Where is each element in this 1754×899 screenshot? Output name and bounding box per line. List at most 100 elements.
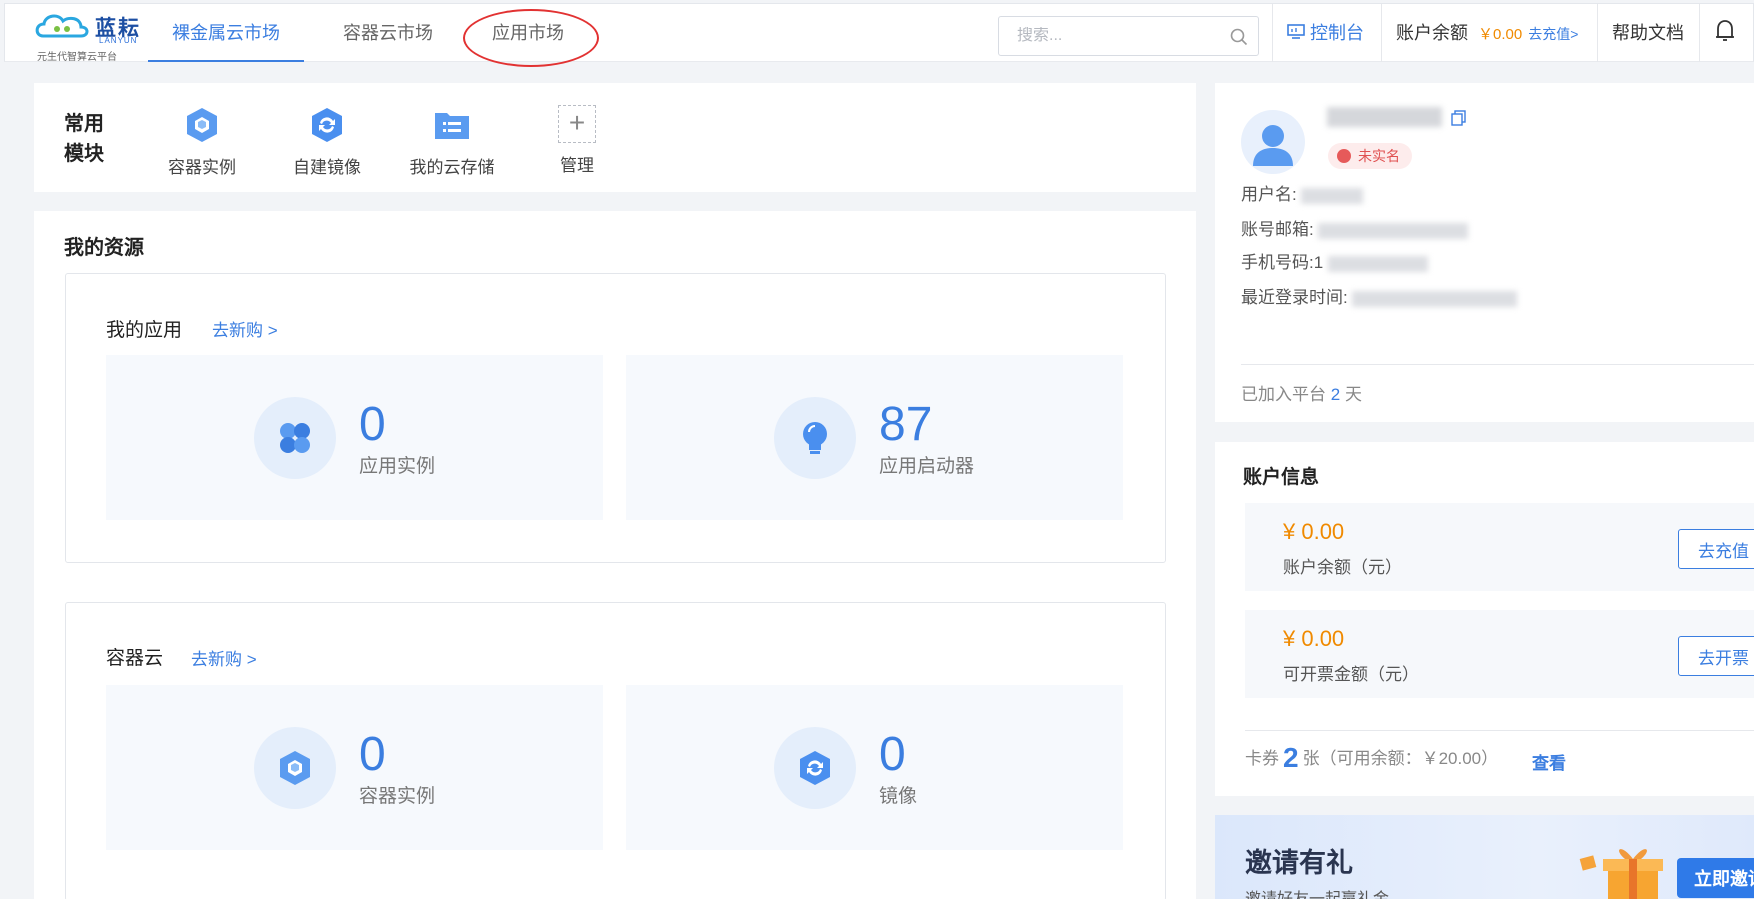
- invoice-amount: ¥ 0.00: [1283, 626, 1345, 651]
- coupon-line: 卡券 2 张（可用余额：￥20.00）: [1245, 742, 1498, 774]
- account-title: 账户信息: [1243, 467, 1320, 488]
- search-input[interactable]: [1017, 27, 1217, 45]
- user-icon: [1253, 125, 1293, 166]
- view-coupons-link[interactable]: 查看: [1532, 749, 1566, 774]
- invite-now-button[interactable]: 立即邀请: [1677, 858, 1754, 898]
- coupon-count: 2: [1283, 742, 1299, 773]
- stat-label: 应用启动器: [879, 456, 975, 477]
- joined-days-count: 2: [1330, 385, 1341, 404]
- tab-container-market[interactable]: 容器云市场: [319, 4, 457, 62]
- coupon-prefix: 卡券: [1245, 749, 1279, 768]
- unverified-icon: [1337, 149, 1351, 163]
- invite-banner[interactable]: 邀请有礼 邀请好友一起赢礼金 立即邀请: [1215, 815, 1754, 899]
- stat-icon-circle: [254, 727, 336, 809]
- phone-line: 手机号码:1: [1241, 248, 1428, 273]
- stat-value: 0: [359, 398, 386, 451]
- stat-label: 镜像: [879, 786, 918, 807]
- email-line: 账号邮箱:: [1241, 215, 1469, 240]
- clover-icon: [280, 423, 310, 453]
- module-label: 容器实例: [168, 158, 236, 177]
- email-label: 账号邮箱:: [1241, 220, 1314, 239]
- logo-subtitle: 元生代智算云平台: [37, 52, 117, 63]
- buy-apps-link[interactable]: 去新购 >: [212, 316, 278, 341]
- notifications[interactable]: [1699, 4, 1754, 62]
- balance-label: 账户余额（元）: [1283, 558, 1402, 577]
- app-launchers-stat[interactable]: 87 应用启动器: [626, 355, 1123, 520]
- copy-icon[interactable]: [1451, 110, 1467, 126]
- username-redacted: [1327, 107, 1442, 127]
- stat-icon-circle: [774, 727, 856, 809]
- status-badge: 未实名: [1328, 143, 1412, 169]
- my-resources-card: 我的资源 我的应用 去新购 > 0 应用实例 87 应用启动器 容器云 去新购 …: [34, 211, 1196, 899]
- joined-suffix: 天: [1344, 385, 1362, 404]
- top-navigation-bar: 蓝耘 LANYUN 元生代智算云平台 裸金属云市场 容器云市场 应用市场 控制台…: [4, 3, 1754, 67]
- images-stat[interactable]: 0 镜像: [626, 685, 1123, 850]
- bulb-icon: [803, 422, 827, 454]
- modules-title: 常用 模块: [64, 113, 104, 165]
- joined-prefix: 已加入平台: [1241, 385, 1326, 404]
- stat-value: 0: [879, 728, 906, 781]
- logo-en: LANYUN: [99, 36, 138, 45]
- help-docs-link[interactable]: 帮助文档: [1597, 4, 1698, 62]
- common-modules-card: 常用 模块 容器实例 自建镜像 我的云存储 + 管理: [34, 83, 1196, 192]
- balance-item: 账户余额 ￥0.00 去充值>: [1381, 4, 1592, 62]
- last-login-value-redacted: [1352, 290, 1518, 307]
- account-info-card: 账户信息 ¥ 0.00 账户余额（元） 去充值 ¥ 0.00 可开票金额（元） …: [1215, 442, 1754, 796]
- username-value-redacted: [1301, 187, 1364, 204]
- module-label: 我的云存储: [409, 158, 495, 177]
- module-label: 管理: [560, 156, 594, 175]
- logo[interactable]: 蓝耘 LANYUN 元生代智算云平台: [35, 8, 147, 63]
- app-instances-stat[interactable]: 0 应用实例: [106, 355, 603, 520]
- status-badge-label: 未实名: [1358, 148, 1400, 164]
- invoice-label: 可开票金额（元）: [1283, 665, 1419, 684]
- email-value-redacted: [1318, 222, 1469, 239]
- phone-label: 手机号码:: [1241, 253, 1314, 272]
- coupon-suffix: 张（可用余额：￥20.00）: [1302, 749, 1499, 768]
- container-instances-stat[interactable]: 0 容器实例: [106, 685, 603, 850]
- my-apps-section: 我的应用 去新购 > 0 应用实例 87 应用启动器: [65, 273, 1166, 563]
- stat-icon-circle: [254, 397, 336, 479]
- module-custom-image[interactable]: 自建镜像: [272, 105, 382, 178]
- resources-title: 我的资源: [64, 237, 144, 259]
- red-circle-annotation: [463, 9, 599, 67]
- invoice-box: ¥ 0.00 可开票金额（元） 去开票: [1245, 610, 1754, 698]
- cube-icon: [280, 751, 310, 785]
- search-icon[interactable]: [1230, 28, 1248, 46]
- phone-prefix: 1: [1313, 253, 1324, 272]
- folder-icon: [435, 113, 469, 139]
- search-box[interactable]: [998, 16, 1259, 56]
- logo-icon: [35, 14, 89, 38]
- divider: [1245, 730, 1754, 731]
- last-login-line: 最近登录时间:: [1241, 283, 1518, 308]
- container-cloud-section: 容器云 去新购 > 0 容器实例 0 镜像: [65, 602, 1166, 899]
- my-apps-title: 我的应用: [106, 320, 183, 341]
- cube-icon: [187, 108, 217, 142]
- module-cloud-storage[interactable]: 我的云存储: [397, 105, 507, 178]
- plus-icon[interactable]: +: [558, 105, 596, 143]
- joined-days: 已加入平台 2 天: [1241, 380, 1362, 405]
- recharge-button[interactable]: 去充值: [1678, 529, 1754, 569]
- last-login-label: 最近登录时间:: [1241, 288, 1348, 307]
- stat-label: 容器实例: [359, 786, 436, 807]
- stat-icon-circle: [774, 397, 856, 479]
- avatar[interactable]: [1241, 110, 1305, 174]
- recharge-link[interactable]: 去充值>: [1528, 26, 1578, 42]
- tab-bare-metal-market[interactable]: 裸金属云市场: [148, 4, 304, 62]
- stat-value: 87: [879, 398, 933, 451]
- buy-container-link[interactable]: 去新购 >: [191, 645, 257, 670]
- balance-amount: ￥0.00: [1478, 26, 1523, 43]
- divider: [1241, 364, 1754, 365]
- module-manage[interactable]: + 管理: [522, 105, 632, 176]
- image-icon: [312, 108, 342, 142]
- balance-label: 账户余额: [1396, 23, 1468, 43]
- invite-subtitle: 邀请好友一起赢礼金: [1245, 885, 1389, 899]
- bell-icon[interactable]: [1714, 19, 1736, 43]
- module-container-instance[interactable]: 容器实例: [147, 105, 257, 178]
- stat-value: 0: [359, 728, 386, 781]
- username-line: 用户名:: [1241, 180, 1364, 205]
- balance-box: ¥ 0.00 账户余额（元） 去充值: [1245, 503, 1754, 591]
- phone-value-redacted: [1327, 255, 1428, 272]
- console-link[interactable]: 控制台: [1272, 4, 1378, 62]
- invite-title: 邀请有礼: [1245, 848, 1353, 878]
- invoice-button[interactable]: 去开票: [1678, 636, 1754, 676]
